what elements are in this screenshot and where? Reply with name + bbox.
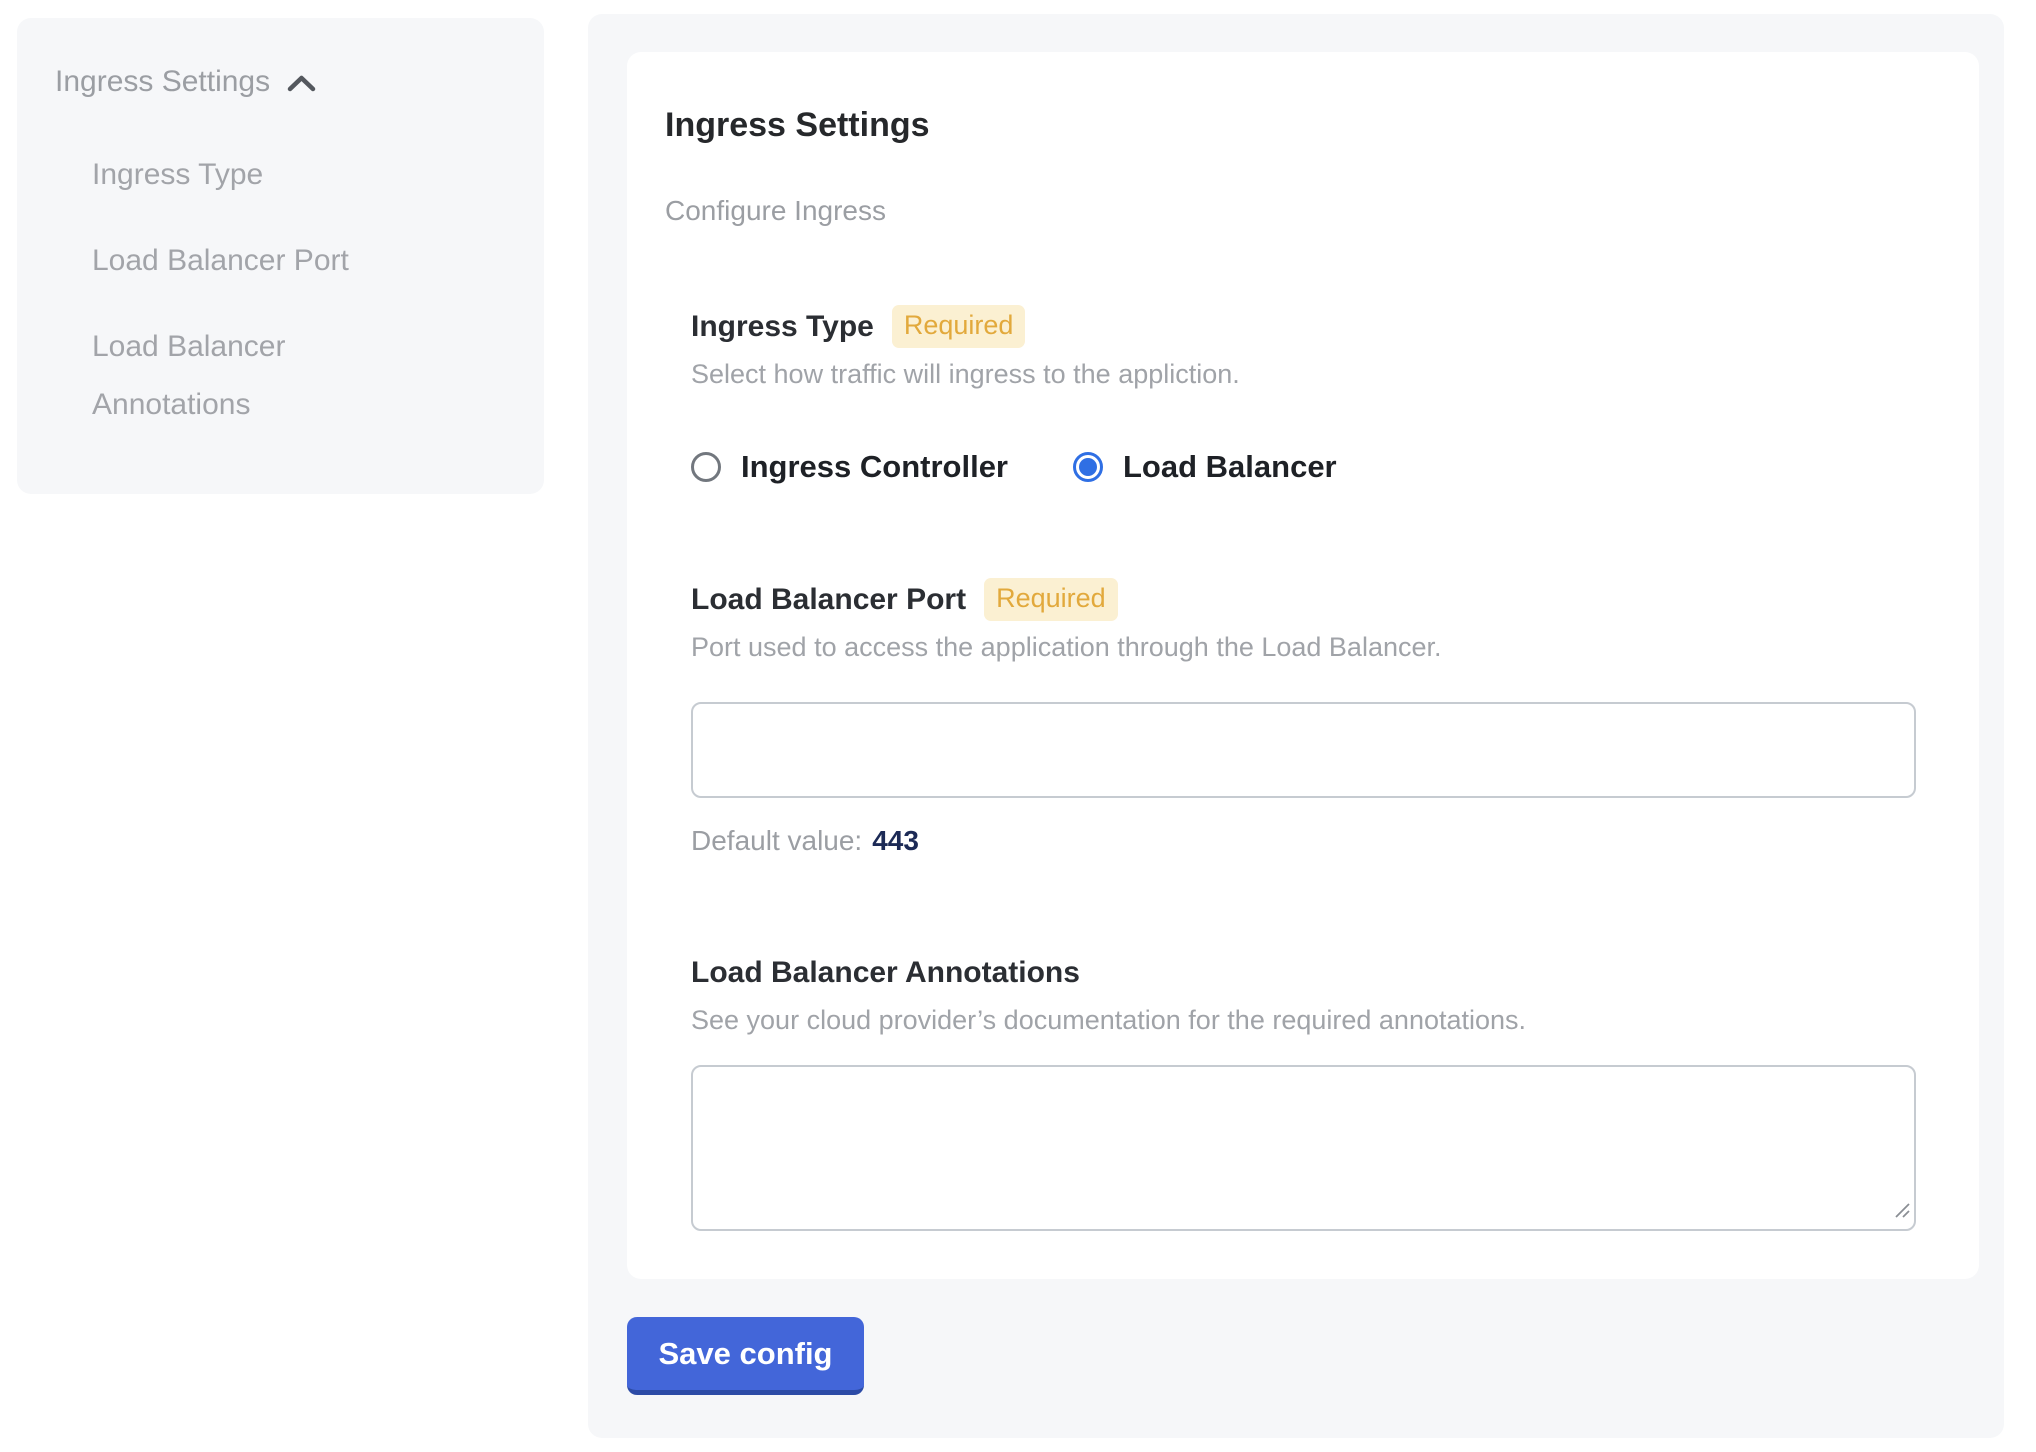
sidebar-item-load-balancer-annotations[interactable]: Load Balancer Annotations bbox=[92, 318, 392, 434]
ingress-settings-card: Ingress Settings Configure Ingress Ingre… bbox=[627, 52, 1979, 1279]
chevron-up-icon[interactable] bbox=[286, 73, 317, 95]
radio-option-load-balancer[interactable]: Load Balancer bbox=[1073, 449, 1337, 485]
save-config-button[interactable]: Save config bbox=[627, 1317, 864, 1395]
section-ingress-type: Ingress Type Required Select how traffic… bbox=[691, 304, 1916, 485]
default-value-number: 443 bbox=[872, 825, 919, 856]
default-value-label: Default value: bbox=[691, 825, 862, 856]
page-subtitle: Configure Ingress bbox=[665, 194, 1916, 228]
section-description: Port used to access the application thro… bbox=[691, 630, 1916, 664]
annotations-textarea-wrap bbox=[691, 1065, 1916, 1231]
sidebar-item-label: Ingress Settings bbox=[55, 58, 270, 106]
section-title: Ingress Type bbox=[691, 310, 874, 344]
sidebar-sub-list: Ingress Type Load Balancer Port Load Bal… bbox=[92, 146, 392, 434]
section-description: See your cloud provider’s documentation … bbox=[691, 1003, 1916, 1037]
section-title-row: Ingress Type Required bbox=[691, 304, 1916, 349]
section-load-balancer-annotations: Load Balancer Annotations See your cloud… bbox=[691, 950, 1916, 1231]
default-value-line: Default value: 443 bbox=[691, 824, 1916, 858]
sidebar-item-load-balancer-port[interactable]: Load Balancer Port bbox=[92, 232, 392, 290]
page: Ingress Settings Ingress Type Load Balan… bbox=[0, 0, 2036, 1452]
section-load-balancer-port: Load Balancer Port Required Port used to… bbox=[691, 577, 1916, 858]
radio-label: Load Balancer bbox=[1123, 449, 1337, 485]
load-balancer-port-input[interactable] bbox=[691, 702, 1916, 798]
main-panel: Ingress Settings Configure Ingress Ingre… bbox=[588, 14, 2004, 1438]
page-title: Ingress Settings bbox=[665, 104, 1916, 146]
settings-sidebar: Ingress Settings Ingress Type Load Balan… bbox=[17, 18, 544, 494]
form-sections: Ingress Type Required Select how traffic… bbox=[691, 304, 1916, 1231]
radio-unchecked-icon[interactable] bbox=[691, 452, 721, 482]
section-title-row: Load Balancer Port Required bbox=[691, 577, 1916, 622]
required-badge: Required bbox=[892, 305, 1026, 348]
radio-option-ingress-controller[interactable]: Ingress Controller bbox=[691, 449, 1008, 485]
radio-label: Ingress Controller bbox=[741, 449, 1008, 485]
radio-checked-icon[interactable] bbox=[1073, 452, 1103, 482]
section-title-row: Load Balancer Annotations bbox=[691, 950, 1916, 995]
ingress-type-options: Ingress Controller Load Balancer bbox=[691, 449, 1916, 485]
section-title: Load Balancer Port bbox=[691, 583, 966, 617]
section-description: Select how traffic will ingress to the a… bbox=[691, 357, 1916, 391]
sidebar-item-ingress-settings[interactable]: Ingress Settings bbox=[55, 58, 514, 106]
section-title: Load Balancer Annotations bbox=[691, 956, 1080, 990]
sidebar-item-ingress-type[interactable]: Ingress Type bbox=[92, 146, 392, 204]
required-badge: Required bbox=[984, 578, 1118, 621]
load-balancer-annotations-textarea[interactable] bbox=[691, 1065, 1916, 1231]
